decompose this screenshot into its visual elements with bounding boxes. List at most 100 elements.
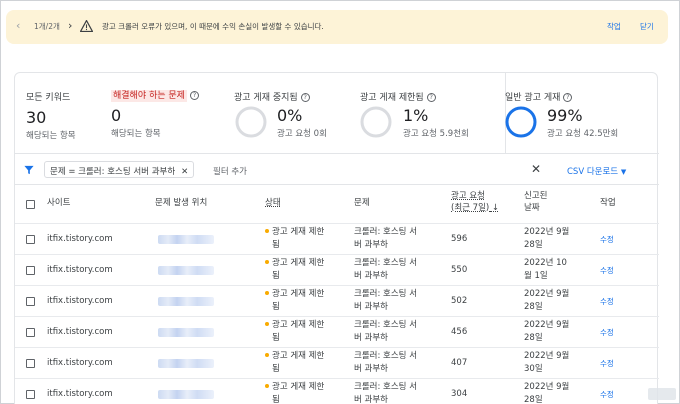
table-row[interactable]: itfix.tistory.com 광고 게재 제한 됨 크롤러: 호스팅 서버 … — [15, 285, 659, 316]
chevron-left-icon[interactable]: ‹ — [16, 19, 20, 32]
stat-ads-limited[interactable]: 광고 게재 제한됨? — [360, 90, 436, 103]
fix-link[interactable]: 수정 — [600, 326, 614, 339]
banner-pager: 1개/2개 — [34, 22, 60, 31]
row-issue: 크롤러: 호스팅 서버 과부하 — [354, 227, 418, 250]
table-row[interactable]: itfix.tistory.com 광고 게재 제한 됨 크롤러: 호스팅 서버 … — [15, 223, 659, 254]
row-status: 광고 게재 제한 됨 — [265, 257, 324, 283]
caret-down-icon: ▼ — [620, 168, 627, 176]
table-row[interactable]: itfix.tistory.com 광고 게재 제한 됨 크롤러: 호스팅 서버 … — [15, 254, 659, 285]
stat-label: 해결해야 하는 문제? — [111, 88, 199, 102]
stat-ads-normal-values: 99% 광고 요청 42.5만회 — [547, 106, 618, 139]
add-filter-input[interactable]: 필터 추가 — [213, 165, 247, 177]
alert-banner: ‹ 1개/2개 › 광고 크롤러 오류가 있으며, 이 때문에 수익 손실이 발… — [6, 10, 668, 44]
stat-sub: 광고 요청 42.5만회 — [547, 129, 619, 139]
row-checkbox[interactable] — [26, 235, 35, 244]
issues-card: 모든 키워드 30 해당되는 항목 해결해야 하는 문제? 0 해당되는 항목 … — [14, 72, 659, 404]
close-icon[interactable]: ✕ — [181, 167, 188, 177]
row-date: 2022년 9월 28일 — [524, 320, 570, 343]
csv-download-label: CSV 다운로드 — [567, 167, 619, 177]
stat-label: 광고 게재 제한됨 — [360, 93, 424, 103]
status-dot-icon — [265, 353, 269, 357]
help-icon[interactable]: ? — [426, 93, 436, 102]
divider — [15, 184, 659, 185]
header-action: 작업 — [600, 198, 616, 208]
stat-ads-limited-values: 1% 광고 요청 5.9천회 — [403, 106, 469, 139]
fix-link[interactable]: 수정 — [600, 388, 614, 401]
status-dot-icon — [265, 291, 269, 295]
header-location[interactable]: 문제 발생 위치 — [155, 197, 207, 209]
row-issue: 크롤러: 호스팅 서버 과부하 — [354, 351, 418, 374]
stat-ads-stopped-values: 0% 광고 요청 0회 — [277, 106, 327, 139]
row-date: 2022년 9월 30일 — [524, 351, 570, 374]
row-status: 광고 게재 제한 됨 — [265, 226, 324, 252]
csv-download-button[interactable]: CSV 다운로드 ▼ — [567, 165, 626, 177]
stat-ads-stopped[interactable]: 광고 게재 중지됨? — [234, 90, 310, 103]
row-status: 광고 게재 제한 됨 — [265, 319, 324, 345]
row-requests: 407 — [451, 358, 468, 368]
row-date: 2022년 9월 28일 — [524, 227, 570, 250]
help-icon[interactable]: ? — [300, 93, 310, 102]
stat-value: 1% — [403, 106, 429, 125]
stat-ads-normal[interactable]: 일반 광고 게재? — [505, 90, 573, 103]
header-reported-line2: 날짜 — [524, 203, 540, 213]
fix-link[interactable]: 수정 — [600, 357, 614, 370]
stat-all-keywords[interactable]: 모든 키워드 30 해당되는 항목 — [26, 90, 76, 141]
stat-label: 모든 키워드 — [26, 93, 71, 103]
header-status[interactable]: 상태 — [265, 197, 281, 209]
fix-link[interactable]: 수정 — [600, 264, 614, 277]
help-icon[interactable]: ? — [189, 91, 199, 100]
filter-chip[interactable]: 문제 = 크롤러: 호스팅 서버 과부하 ✕ — [44, 161, 195, 178]
table-row[interactable]: itfix.tistory.com 광고 게재 제한 됨 크롤러: 호스팅 서버 … — [15, 347, 659, 378]
row-site: itfix.tistory.com — [47, 389, 113, 399]
select-all-checkbox[interactable] — [26, 200, 35, 209]
row-requests: 456 — [451, 327, 468, 337]
fix-link[interactable]: 수정 — [600, 233, 614, 246]
ads-normal-ring — [505, 106, 537, 138]
row-issue: 크롤러: 호스팅 서버 과부하 — [354, 320, 418, 343]
row-requests: 304 — [451, 389, 468, 399]
stat-value: 0% — [277, 106, 303, 125]
redacted-url — [158, 266, 214, 275]
ads-limited-ring — [360, 106, 392, 138]
row-status: 광고 게재 제한 됨 — [265, 381, 324, 404]
row-checkbox[interactable] — [26, 297, 35, 306]
header-issue[interactable]: 문제 — [354, 197, 370, 209]
row-issue: 크롤러: 호스팅 서버 과부하 — [354, 289, 418, 312]
banner-close-button[interactable]: 닫기 — [640, 21, 654, 32]
filter-icon[interactable] — [24, 165, 34, 175]
header-requests[interactable]: 광고 요청 (최근 7일) ↓ — [451, 190, 499, 214]
row-site: itfix.tistory.com — [47, 265, 113, 275]
banner-action-button[interactable]: 작업 — [607, 21, 621, 32]
redacted-url — [158, 359, 214, 368]
watermark-badge — [648, 388, 676, 400]
header-requests-line2: (최근 7일) — [451, 203, 490, 213]
redacted-url — [158, 235, 214, 244]
redacted-url — [158, 297, 214, 306]
clear-filters-icon[interactable]: ✕ — [531, 162, 541, 176]
divider — [15, 153, 659, 154]
status-dot-icon — [265, 260, 269, 264]
row-checkbox[interactable] — [26, 359, 35, 368]
row-issue: 크롤러: 호스팅 서버 과부하 — [354, 382, 418, 404]
table-row[interactable]: itfix.tistory.com 광고 게재 제한 됨 크롤러: 호스팅 서버 … — [15, 378, 659, 404]
header-site[interactable]: 사이트 — [47, 197, 70, 209]
row-date: 2022년 9월 28일 — [524, 382, 570, 404]
help-icon[interactable]: ? — [563, 93, 573, 102]
to-fix-label: 해결해야 하는 문제 — [111, 90, 187, 102]
stat-to-fix[interactable]: 해결해야 하는 문제? 0 해당되는 항목 — [111, 88, 199, 139]
chevron-right-icon[interactable]: › — [68, 19, 72, 32]
status-dot-icon — [265, 322, 269, 326]
header-reported[interactable]: 신고된 날짜 — [524, 190, 547, 214]
stat-label: 광고 게재 중지됨 — [234, 93, 298, 103]
row-site: itfix.tistory.com — [47, 358, 113, 368]
row-checkbox[interactable] — [26, 328, 35, 337]
stat-sub: 해당되는 항목 — [26, 131, 76, 141]
redacted-url — [158, 390, 214, 399]
row-checkbox[interactable] — [26, 266, 35, 275]
row-requests: 550 — [451, 265, 468, 275]
row-issue: 크롤러: 호스팅 서버 과부하 — [354, 258, 418, 281]
row-checkbox[interactable] — [26, 390, 35, 399]
fix-link[interactable]: 수정 — [600, 295, 614, 308]
row-site: itfix.tistory.com — [47, 327, 113, 337]
table-row[interactable]: itfix.tistory.com 광고 게재 제한 됨 크롤러: 호스팅 서버 … — [15, 316, 659, 347]
